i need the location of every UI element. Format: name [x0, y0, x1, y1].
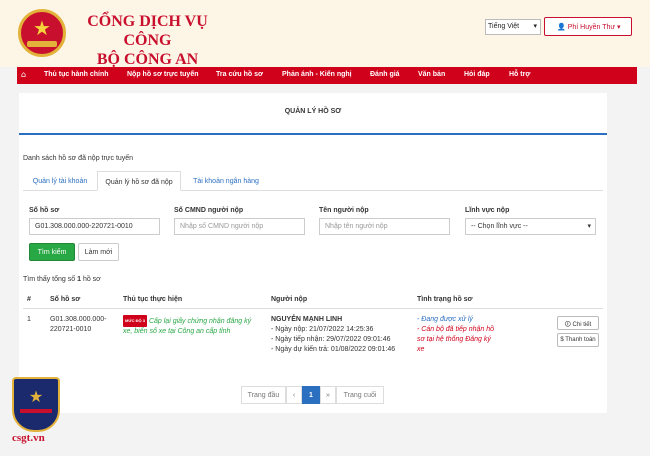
- section-label: Danh sách hồ sơ đã nộp trực tuyến: [23, 155, 134, 162]
- watermark-text: csgt.vn: [12, 432, 45, 444]
- site-title-line1: CỔNG DỊCH VỤ CÔNG: [87, 13, 208, 49]
- info-icon: 🛈: [564, 322, 571, 328]
- cmnd-input[interactable]: Nhập số CMND người nộp: [174, 218, 305, 235]
- ngay-nop: - Ngày nộp: 21/07/2022 14:25:36: [271, 326, 374, 333]
- main-panel: QUẢN LÝ HỒ SƠ Danh sách hồ sơ đã nộp trự…: [19, 93, 607, 413]
- thu-tuc-link-line2[interactable]: xe, biển số xe tại Công an cấp tỉnh: [123, 327, 268, 337]
- pay-label: Thanh toán: [565, 337, 596, 343]
- linh-vuc-value: -- Chọn lĩnh vực --: [471, 223, 528, 230]
- status-processing: - Đang được xử lý: [417, 316, 473, 323]
- star-icon: ★: [28, 387, 44, 406]
- thu-tuc-link[interactable]: Cấp lại giấy chứng nhận đăng ký: [149, 318, 251, 325]
- col-header-nguoi-nop: Người nộp: [271, 296, 308, 303]
- page-title: QUẢN LÝ HỒ SƠ: [284, 108, 342, 115]
- row-index: 1: [27, 316, 31, 323]
- home-icon[interactable]: ⌂: [21, 70, 26, 79]
- site-header: ★ CỔNG DỊCH VỤ CÔNG BỘ CÔNG AN Tiếng Việ…: [0, 0, 650, 69]
- tab-quan-ly-ho-so[interactable]: Quản lý hồ sơ đã nộp: [97, 171, 181, 191]
- tab-tai-khoan-ngan-hang[interactable]: Tài khoản ngân hàng: [181, 171, 271, 191]
- row-so-ho-so: G01.308.000.000- 220721-0010: [50, 315, 106, 335]
- nav-item-hoi-dap[interactable]: Hỏi đáp: [464, 71, 490, 78]
- col-header-thu-tuc: Thủ tục thực hiện: [123, 296, 183, 303]
- nav-item-van-ban[interactable]: Văn bản: [418, 71, 445, 78]
- col-header-so-ho-so: Số hồ sơ: [50, 296, 81, 303]
- pagination: Trang đầu ‹ 1 » Trang cuối: [241, 386, 384, 404]
- so-ho-so-part2: 220721-0010: [50, 326, 92, 333]
- pay-button[interactable]: $ Thanh toán: [557, 333, 599, 347]
- nav-item-ho-tro[interactable]: Hỗ trợ: [509, 71, 530, 78]
- reset-button[interactable]: Làm mới: [78, 243, 119, 261]
- so-ho-so-part1: G01.308.000.000-: [50, 316, 107, 323]
- col-header-tinh-trang: Tình trạng hồ sơ: [417, 296, 473, 303]
- user-menu-button[interactable]: 👤 Phí Huyền Thư ▾: [544, 17, 632, 36]
- detail-button[interactable]: 🛈 Chi tiết: [557, 316, 599, 330]
- site-title[interactable]: CỔNG DỊCH VỤ CÔNG BỘ CÔNG AN: [80, 12, 215, 69]
- so-ho-so-label: Số hồ sơ: [29, 207, 60, 214]
- user-name: Phí Huyền Thư: [567, 24, 616, 31]
- status-note-line1: - Cán bộ đã tiếp nhận hồ: [417, 326, 495, 333]
- level-badge: MỨC ĐỘ 3: [123, 315, 147, 327]
- nav-item-tra-cuu[interactable]: Tra cứu hồ sơ: [216, 71, 263, 78]
- status-note-line3: xe: [417, 346, 425, 353]
- page-title-bar: QUẢN LÝ HỒ SƠ: [19, 93, 607, 135]
- tab-quan-ly-tai-khoan[interactable]: Quản lý tài khoản: [23, 171, 97, 191]
- nguoi-nop-name: NGUYỄN MẠNH LINH: [271, 316, 343, 323]
- ngay-du-kien-tra: - Ngày dự kiến trả: 01/08/2022 09:01:46: [271, 346, 396, 353]
- status-note-line2: sơ tại hệ thống Đăng ký: [417, 336, 491, 343]
- ten-nguoi-nop-label: Tên người nộp: [319, 207, 369, 214]
- page-current[interactable]: 1: [302, 386, 320, 404]
- nav-item-danh-gia[interactable]: Đánh giá: [370, 71, 400, 78]
- main-nav: ⌂ Thủ tục hành chính Nộp hồ sơ trực tuyế…: [17, 67, 637, 84]
- nav-item-thu-tuc[interactable]: Thủ tục hành chính: [44, 71, 109, 78]
- row-nguoi-nop: NGUYỄN MẠNH LINH - Ngày nộp: 21/07/2022 …: [271, 315, 416, 355]
- ngay-tiep-nhan: - Ngày tiếp nhận: 29/07/2022 09:01:46: [271, 336, 391, 343]
- page-next[interactable]: »: [320, 386, 336, 404]
- linh-vuc-label: Lĩnh vực nộp: [465, 207, 510, 214]
- csgt-shield-logo: ★: [12, 377, 60, 432]
- language-select[interactable]: Tiếng Việt ▾: [485, 19, 541, 35]
- row-tinh-trang: - Đang được xử lý - Cán bộ đã tiếp nhận …: [417, 315, 537, 355]
- result-count: Tìm thấy tổng số 1 hồ sơ: [23, 276, 101, 283]
- nav-item-nop-ho-so[interactable]: Nộp hồ sơ trực tuyến: [127, 71, 199, 78]
- so-ho-so-input[interactable]: G01.308.000.000-220721-0010: [29, 218, 160, 235]
- ten-nguoi-nop-input[interactable]: Nhập tên người nộp: [319, 218, 450, 235]
- page-first[interactable]: Trang đầu: [241, 386, 286, 404]
- search-button[interactable]: Tìm kiếm: [29, 243, 75, 261]
- star-icon: ★: [33, 16, 51, 40]
- result-prefix: Tìm thấy tổng số: [23, 276, 78, 283]
- shield-bar: [20, 409, 52, 413]
- emblem-band: [27, 41, 57, 47]
- cmnd-label: Số CMND người nộp: [174, 207, 244, 214]
- dollar-icon: $: [560, 337, 564, 343]
- page-last[interactable]: Trang cuối: [336, 386, 384, 404]
- col-header-index: #: [27, 296, 31, 303]
- tab-bar: Quản lý tài khoản Quản lý hồ sơ đã nộp T…: [23, 171, 603, 191]
- chevron-down-icon: ▾: [587, 223, 591, 230]
- user-icon: 👤: [557, 23, 566, 31]
- police-emblem-logo[interactable]: ★: [18, 9, 66, 57]
- language-value: Tiếng Việt: [488, 23, 520, 30]
- page-prev[interactable]: ‹: [286, 386, 302, 404]
- linh-vuc-select[interactable]: -- Chọn lĩnh vực -- ▾: [465, 218, 596, 235]
- detail-label: Chi tiết: [572, 322, 592, 328]
- nav-item-phan-anh[interactable]: Phản ánh - Kiến nghị: [282, 71, 352, 78]
- result-suffix: hồ sơ: [81, 276, 101, 283]
- chevron-down-icon: ▾: [533, 23, 537, 30]
- row-thu-tuc: MỨC ĐỘ 3 Cấp lại giấy chứng nhận đăng ký…: [123, 315, 268, 337]
- chevron-down-icon: ▾: [615, 24, 621, 31]
- table-header-divider: [23, 308, 603, 309]
